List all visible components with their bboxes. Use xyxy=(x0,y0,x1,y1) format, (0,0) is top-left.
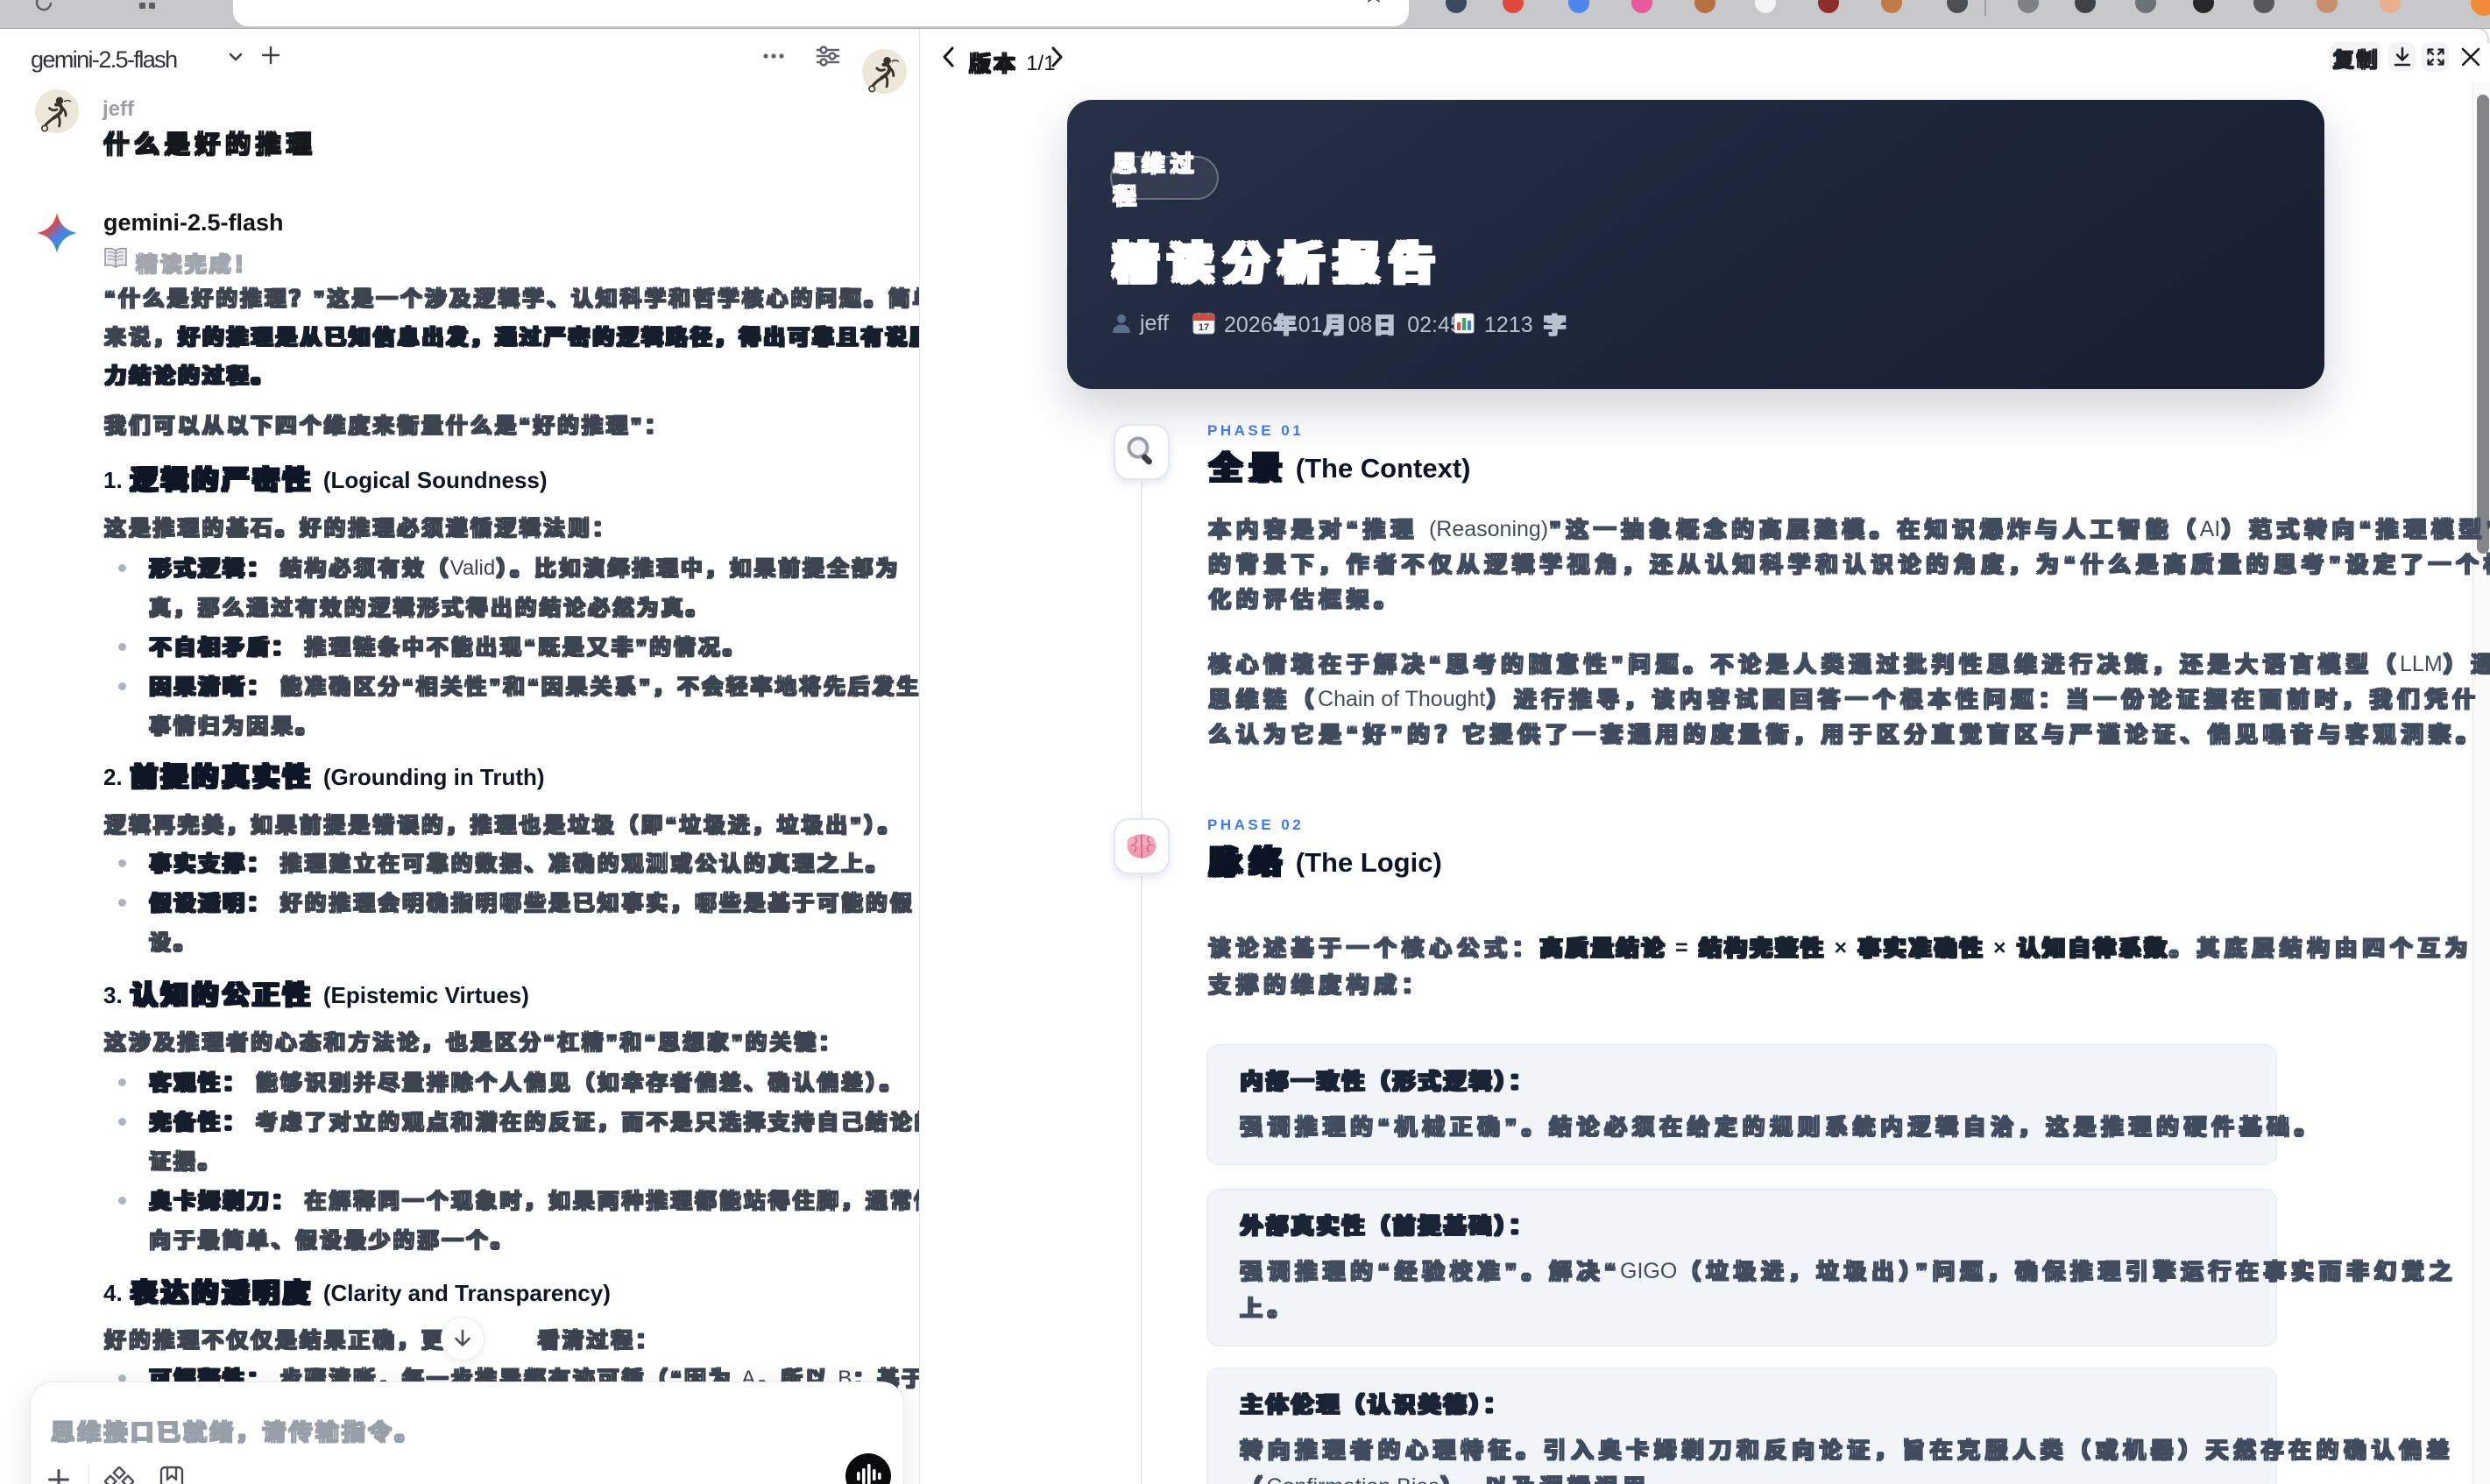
svg-text:17: 17 xyxy=(1199,322,1209,333)
